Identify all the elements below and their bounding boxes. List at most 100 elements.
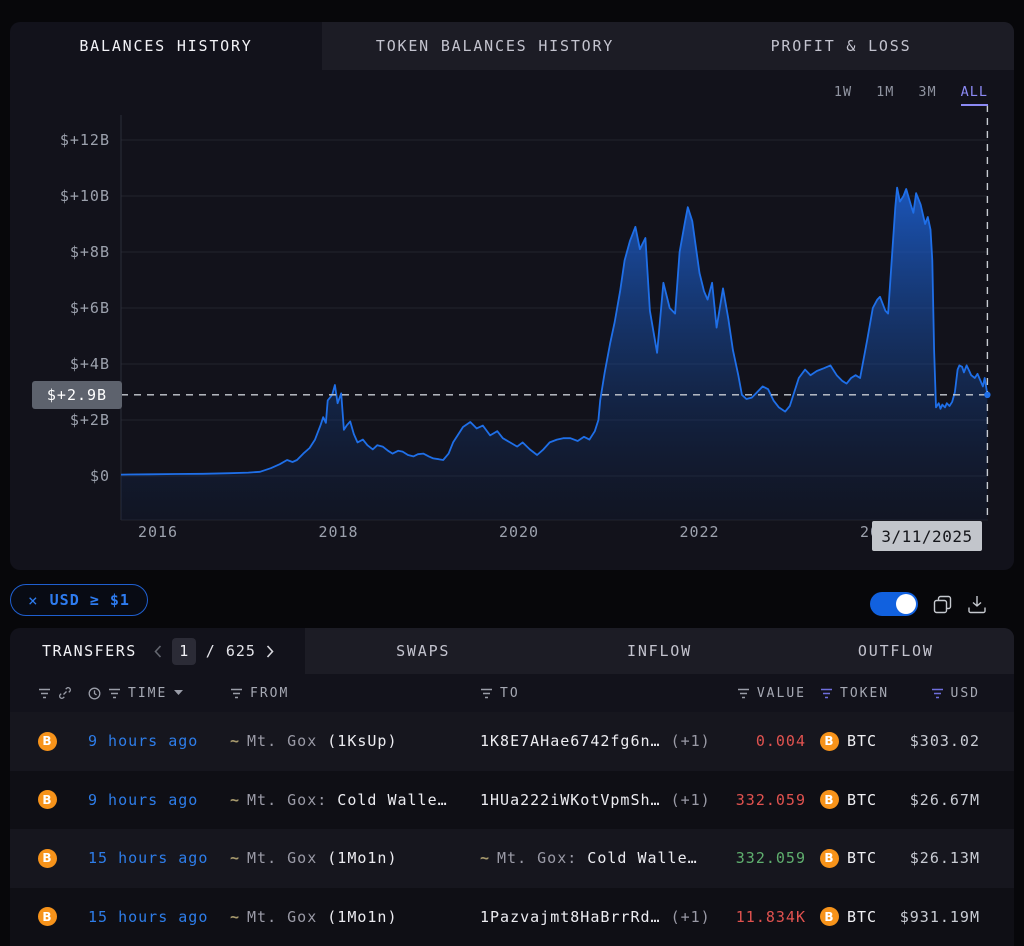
column-header-usd[interactable]: USD — [951, 686, 980, 701]
to-cell[interactable]: 1Pazvajmt8HaBrrRd… (+1) — [480, 908, 718, 926]
transfer-time-link[interactable]: 15 hours ago — [88, 908, 208, 926]
column-header-from[interactable]: FROM — [250, 686, 289, 701]
filter-chip-usd[interactable]: × USD ≥ $1 — [10, 584, 148, 616]
transfers.rows.2.to-entity-label: Cold Walle… — [577, 849, 698, 868]
range-button-1m[interactable]: 1M — [876, 84, 894, 106]
page-next-icon[interactable] — [266, 644, 274, 658]
transfers.rows.2.to-entity-name: Mt. Gox: — [497, 849, 578, 868]
balances-chart[interactable]: $+12B $+10B $+8B $+6B $+4B $+2B $0 2016 2018 202… — [10, 92, 1014, 570]
x-axis-tick-label: 2016 — [137, 523, 179, 541]
x-axis-tick-label: 2020 — [498, 523, 540, 541]
tab-swaps[interactable]: SWAPS — [305, 628, 541, 674]
transfers-table-body: B 9 hours ago ~ Mt. Gox (1KsUp) 1K8E7AHae674… — [10, 712, 1014, 946]
token-cell: B BTC — [806, 848, 896, 868]
transfers.rows.3.to-address: 1Pazvajmt8HaBrrRd… — [480, 907, 661, 926]
tab-token-balances-history[interactable]: TOKEN BALANCES HISTORY — [322, 22, 668, 70]
token-cell: B BTC — [806, 731, 896, 751]
from-cell[interactable]: ~ Mt. Gox (1Mo1n) — [230, 849, 480, 867]
from-cell[interactable]: ~ Mt. Gox: Cold Walle… — [230, 791, 480, 809]
transfers.rows.3.from-entity-label: (1Mo1n) — [317, 907, 398, 926]
transfers.rows.3.from-entity-name: Mt. Gox — [247, 907, 318, 926]
filter-icon[interactable] — [108, 688, 121, 699]
filter-icon[interactable] — [38, 688, 51, 699]
tab-balances-history[interactable]: BALANCES HISTORY — [10, 22, 322, 70]
transfers.rows.2.from-entity-name: Mt. Gox — [247, 849, 318, 868]
table-row[interactable]: B 15 hours ago ~ Mt. Gox (1Mo1n) 1Pazvajmt8H… — [10, 887, 1014, 946]
column-header-value[interactable]: VALUE — [757, 686, 806, 701]
table-row[interactable]: B 9 hours ago ~ Mt. Gox: Cold Walle… 1HUa222… — [10, 770, 1014, 829]
to-cell[interactable]: 1K8E7AHae6742fg6n… (+1) — [480, 732, 718, 750]
usd-value: $26.67M — [909, 790, 980, 809]
value-amount: 11.834K — [735, 907, 806, 926]
y-axis-tick-label: $+8B — [69, 243, 110, 261]
entity-wave-icon: ~ — [230, 907, 241, 926]
tab-label: BALANCES HISTORY — [79, 37, 253, 55]
column-header-to[interactable]: TO — [500, 686, 520, 701]
transfers-panel: TRANSFERS 1 / 625 SWAPS INFLOW OUTFLOW T… — [10, 628, 1014, 946]
total-pages: 625 — [225, 642, 256, 660]
entity-wave-icon: ~ — [230, 732, 241, 751]
transfers.rows.1.from-entity-name: Mt. Gox: — [247, 790, 328, 809]
table-row[interactable]: B 9 hours ago ~ Mt. Gox (1KsUp) 1K8E7AHae674… — [10, 712, 1014, 771]
bitcoin-icon: B — [38, 790, 57, 810]
range-button-1w[interactable]: 1W — [834, 84, 852, 106]
chevron-down-icon[interactable] — [174, 690, 184, 696]
value-amount: 0.004 — [755, 732, 806, 751]
close-icon[interactable]: × — [28, 591, 39, 610]
transfer-time-link[interactable]: 9 hours ago — [88, 791, 198, 809]
from-cell[interactable]: ~ Mt. Gox (1KsUp) — [230, 732, 480, 750]
tab-profit-and-loss[interactable]: PROFIT & LOSS — [668, 22, 1014, 70]
crosshair-date-label: 3/11/2025 — [872, 521, 982, 551]
balances-history-panel: BALANCES HISTORY TOKEN BALANCES HISTORY … — [10, 22, 1014, 570]
bitcoin-icon: B — [820, 848, 839, 868]
x-axis-tick-label: 2018 — [318, 523, 359, 541]
transfers-tabstrip: SWAPS INFLOW OUTFLOW — [305, 628, 1014, 674]
to-cell[interactable]: ~ Mt. Gox: Cold Walle… — [480, 849, 718, 867]
tab-inflow[interactable]: INFLOW — [541, 628, 777, 674]
usd-value: $931.19M — [899, 907, 980, 926]
range-button-all[interactable]: ALL — [960, 84, 988, 106]
current-page: 1 — [171, 637, 196, 665]
filter-icon-active[interactable] — [931, 688, 944, 699]
y-axis-tick-label: $+10B — [59, 187, 110, 205]
token-symbol: BTC — [847, 849, 878, 868]
filter-icon[interactable] — [480, 688, 493, 699]
to-cell[interactable]: 1HUa222iWKotVpmSh… (+1) — [480, 791, 718, 809]
chart-controls — [870, 592, 987, 616]
tab-outflow[interactable]: OUTFLOW — [778, 628, 1014, 674]
area-chart-svg — [120, 105, 991, 521]
transfers.rows.2.from-entity-label: (1Mo1n) — [317, 849, 398, 868]
table-row[interactable]: B 15 hours ago ~ Mt. Gox (1Mo1n) ~ Mt. Gox: C… — [10, 829, 1014, 888]
from-cell[interactable]: ~ Mt. Gox (1Mo1n) — [230, 908, 480, 926]
filter-icon[interactable] — [230, 688, 243, 699]
column-header-token[interactable]: TOKEN — [840, 686, 889, 701]
bitcoin-icon: B — [38, 848, 57, 868]
bitcoin-icon: B — [820, 907, 839, 927]
column-header-time[interactable]: TIME — [128, 686, 167, 701]
transfer-time-link[interactable]: 9 hours ago — [88, 732, 198, 750]
page-prev-icon[interactable] — [154, 644, 162, 658]
copy-icon[interactable] — [933, 595, 952, 614]
download-icon[interactable] — [967, 595, 987, 614]
bitcoin-icon: B — [820, 731, 839, 751]
filter-icon-active[interactable] — [820, 688, 833, 699]
transfer-time-link[interactable]: 15 hours ago — [88, 849, 208, 867]
chart-toggle-switch[interactable] — [870, 592, 918, 616]
link-icon[interactable] — [58, 686, 72, 700]
clock-icon — [88, 687, 101, 700]
table-header: TIME FROM TO VALUE TOKEN USD — [10, 674, 1014, 712]
bitcoin-icon: B — [820, 790, 839, 810]
bitcoin-icon: B — [38, 907, 57, 927]
transfers.rows.0.to-extra-count: (+1) — [660, 732, 711, 751]
entity-wave-icon: ~ — [480, 849, 491, 868]
tab-transfers[interactable]: TRANSFERS 1 / 625 — [10, 628, 305, 674]
pagination: 1 / 625 — [154, 637, 274, 665]
balance-area-fill — [121, 187, 988, 520]
token-symbol: BTC — [847, 907, 878, 926]
chart-tabstrip: TOKEN BALANCES HISTORY PROFIT & LOSS — [322, 22, 1014, 70]
filter-icon[interactable] — [737, 688, 750, 699]
value-amount: 332.059 — [735, 849, 806, 868]
y-axis-tick-label: $+4B — [69, 355, 110, 373]
range-button-3m[interactable]: 3M — [918, 84, 936, 106]
y-axis-tick-label: $+2B — [69, 411, 110, 429]
